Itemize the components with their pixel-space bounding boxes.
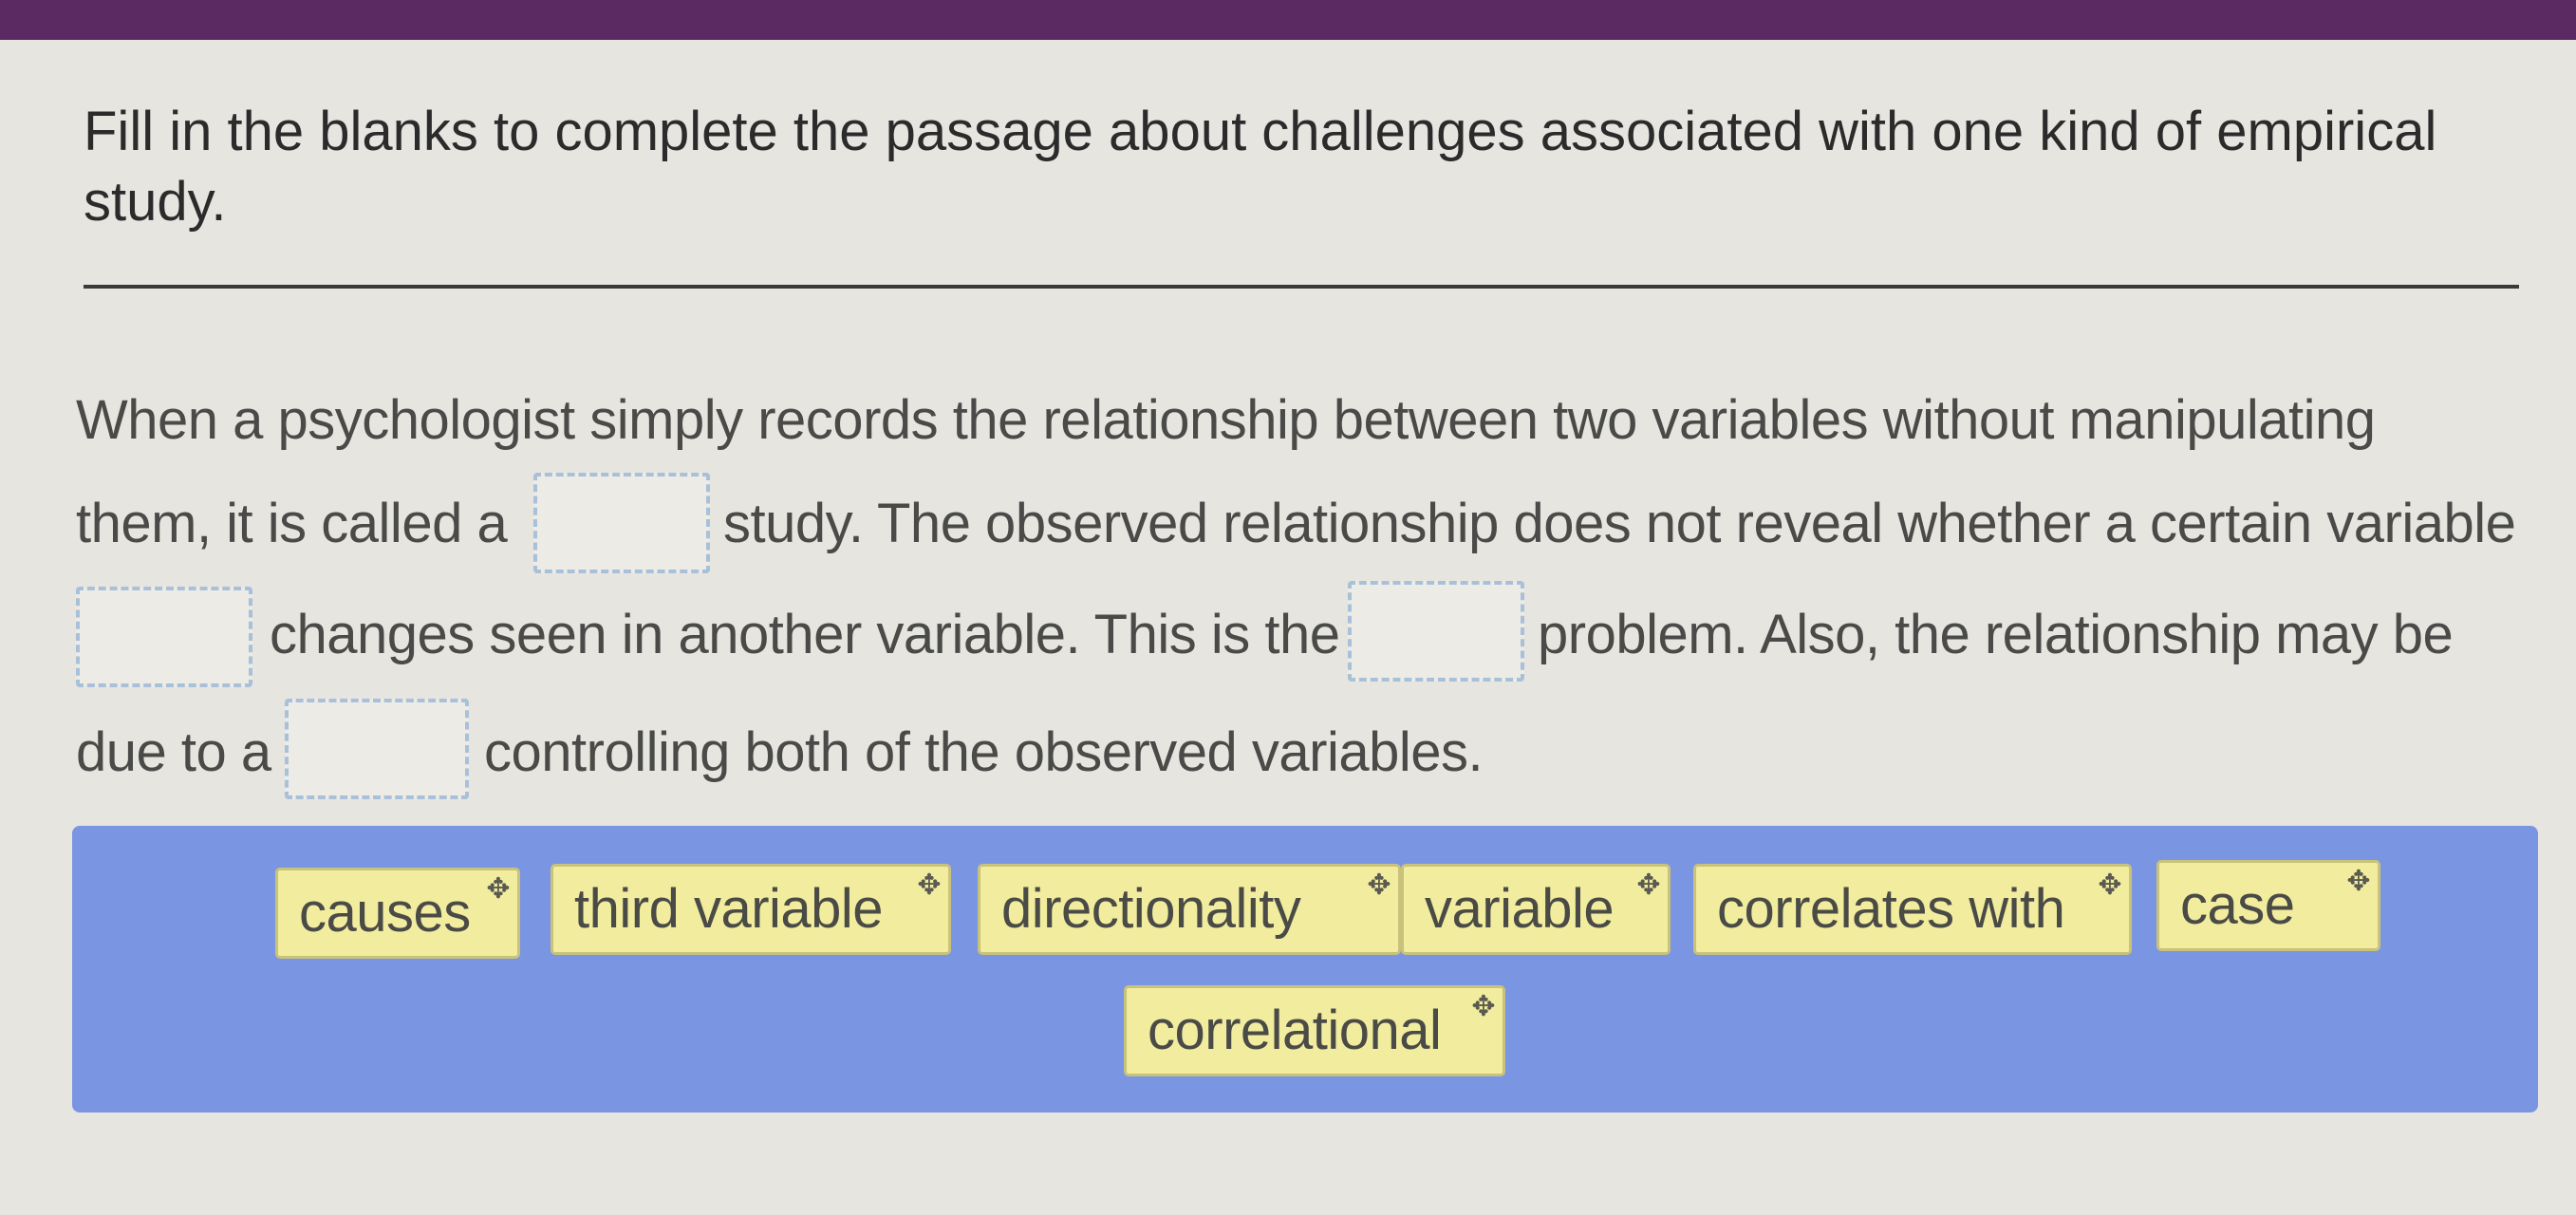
word-chip-label: correlates with xyxy=(1717,878,2065,940)
word-chip-case[interactable]: case ✥ xyxy=(2156,860,2380,951)
passage-line-1: When a psychologist simply records the r… xyxy=(76,389,2376,451)
move-icon: ✥ xyxy=(2346,866,2370,897)
word-chip-label: correlational xyxy=(1148,1000,1442,1061)
word-chip-label: causes xyxy=(299,882,471,944)
blank-4[interactable] xyxy=(285,699,469,799)
blank-1[interactable] xyxy=(533,473,710,573)
word-chip-label: variable xyxy=(1425,878,1615,940)
passage-line-4b: controlling both of the observed variabl… xyxy=(484,721,1484,783)
word-chip-label: case xyxy=(2180,874,2295,936)
blank-2[interactable] xyxy=(76,587,252,687)
passage-line-2a: them, it is called a xyxy=(76,493,508,554)
move-icon: ✥ xyxy=(2098,869,2121,901)
word-chip-correlational[interactable]: correlational ✥ xyxy=(1124,985,1505,1076)
word-chip-variable[interactable]: variable ✥ xyxy=(1401,864,1671,955)
word-chip-causes[interactable]: causes ✥ xyxy=(275,868,520,959)
question-prompt: Fill in the blanks to complete the passa… xyxy=(84,101,2437,233)
word-chip-label: third variable xyxy=(574,878,884,940)
word-chip-third-variable[interactable]: third variable ✥ xyxy=(551,864,951,955)
passage-line-2b: study. The observed relationship does no… xyxy=(723,493,2516,554)
word-chip-label: directionality xyxy=(1001,878,1301,940)
word-chip-correlates-with[interactable]: correlates with ✥ xyxy=(1693,864,2132,955)
move-icon: ✥ xyxy=(1636,869,1660,901)
top-bar xyxy=(0,0,2576,40)
passage-line-3a: changes seen in another variable. This i… xyxy=(270,604,1340,665)
move-icon: ✥ xyxy=(486,873,510,905)
blank-3[interactable] xyxy=(1348,581,1524,682)
divider xyxy=(84,285,2519,289)
passage-line-3b: problem. Also, the relationship may be xyxy=(1538,604,2454,665)
passage-line-4a: due to a xyxy=(76,721,271,783)
move-icon: ✥ xyxy=(1471,991,1495,1022)
word-bank: causes ✥ third variable ✥ directionality… xyxy=(72,826,2538,1112)
word-chip-directionality[interactable]: directionality ✥ xyxy=(978,864,1401,955)
move-icon: ✥ xyxy=(1367,869,1391,901)
move-icon: ✥ xyxy=(917,869,941,901)
